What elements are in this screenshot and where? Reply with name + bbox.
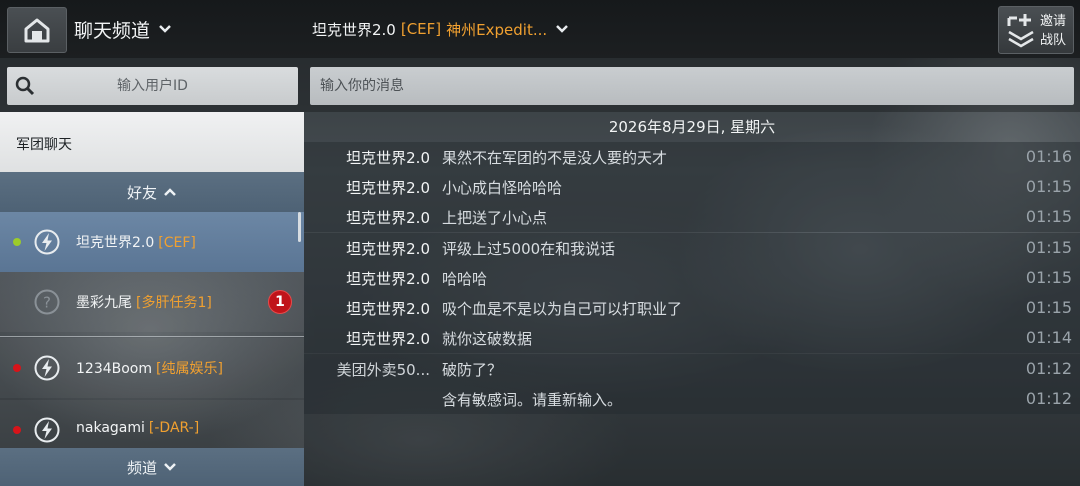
scrollbar-thumb[interactable] — [298, 212, 301, 242]
message-sender[interactable]: 坦克世界2.0 — [346, 177, 430, 198]
message-time: 01:15 — [1025, 177, 1072, 196]
message-list: 2026年8月29日, 星期六 坦克世界2.0 果然不在军团的不是没人要的天才 … — [304, 112, 1080, 486]
conversation-tag: [CEF] — [400, 20, 442, 38]
tank-avatar-icon — [34, 417, 60, 443]
message-sender[interactable]: 坦克世界2.0 — [346, 298, 430, 319]
legion-chat-label: 军团聊天 — [16, 137, 72, 153]
channels-header: 频道 — [126, 458, 157, 477]
message-time: 01:15 — [1025, 298, 1072, 317]
message-text: 上把送了小心点 — [442, 209, 548, 227]
system-message-text: 含有敏感词。请重新输入。 — [442, 391, 623, 409]
invite-label-line2: 战队 — [1040, 33, 1067, 48]
chevron-down-icon — [164, 463, 176, 471]
friend-item[interactable]: 1234Boom [纯属娱乐] — [0, 338, 304, 398]
message-sender[interactable]: 美团外卖50... — [337, 359, 430, 380]
message-time: 01:15 — [1025, 238, 1072, 257]
chevron-down-icon — [159, 25, 171, 33]
message-row: 坦克世界2.0 就你这破数据 01:14 — [304, 323, 1080, 353]
message-text: 评级上过5000在和我说话 — [442, 240, 616, 258]
message-time: 01:16 — [1025, 147, 1072, 166]
unknown-avatar-icon: ? — [34, 289, 60, 315]
message-text: 破防了？ — [442, 361, 503, 379]
message-time: 01:12 — [1025, 389, 1072, 408]
conversation-selector[interactable]: 坦克世界2.0 [CEF] 神州Expedit... — [312, 18, 569, 40]
invite-label-line1: 邀请 — [1040, 14, 1067, 29]
friend-name: nakagami [-DAR-] — [76, 420, 200, 436]
message-row: 坦克世界2.0 吸个血是不是以为自己可以打职业了 01:15 — [304, 293, 1080, 323]
message-sender[interactable]: 坦克世界2.0 — [346, 268, 430, 289]
message-sender[interactable]: 坦克世界2.0 — [346, 147, 430, 168]
friend-name: 1234Boom [纯属娱乐] — [76, 361, 223, 377]
message-text: 就你这破数据 — [442, 330, 533, 348]
message-input[interactable] — [310, 67, 1074, 105]
invite-to-clan-button[interactable]: 邀请 战队 — [998, 6, 1074, 54]
chevron-up-icon — [164, 188, 176, 196]
message-text: 果然不在军团的不是没人要的天才 — [442, 149, 668, 167]
message-time: 01:12 — [1025, 359, 1072, 378]
message-time: 01:15 — [1025, 268, 1072, 287]
top-bar: 聊天频道 坦克世界2.0 [CEF] 神州Expedit... 邀请 战队 — [0, 0, 1080, 58]
message-text: 小心成白怪哈哈哈 — [442, 179, 563, 197]
friends-header: 好友 — [126, 183, 157, 202]
home-button[interactable] — [7, 7, 67, 53]
message-sender[interactable]: 坦克世界2.0 — [346, 207, 430, 228]
conversation-name: 坦克世界2.0 — [312, 20, 396, 39]
friends-section-toggle[interactable]: 好友 — [0, 172, 304, 212]
message-time: 01:14 — [1025, 328, 1072, 347]
message-sender[interactable]: 坦克世界2.0 — [346, 328, 430, 349]
message-time: 01:15 — [1025, 207, 1072, 226]
user-id-search-input[interactable] — [7, 67, 298, 105]
system-message-row: 含有敏感词。请重新输入。 01:12 — [304, 384, 1080, 414]
message-text: 吸个血是不是以为自己可以打职业了 — [442, 300, 683, 318]
message-sender[interactable]: 坦克世界2.0 — [346, 238, 430, 259]
date-separator: 2026年8月29日, 星期六 — [608, 118, 776, 136]
message-row: 坦克世界2.0 小心成白怪哈哈哈 01:15 — [304, 172, 1080, 202]
friend-item[interactable]: 坦克世界2.0 [CEF] — [0, 212, 304, 272]
conversation-group: 神州Expedit... — [446, 20, 548, 39]
home-icon — [24, 18, 50, 43]
input-bar — [0, 58, 1080, 112]
tank-avatar-icon — [34, 229, 60, 255]
channel-selector[interactable]: 聊天频道 — [74, 16, 172, 42]
message-row: 坦克世界2.0 哈哈哈 01:15 — [304, 263, 1080, 293]
invite-icon — [1007, 14, 1034, 48]
chevron-down-icon — [556, 25, 569, 33]
channels-section-toggle[interactable]: 频道 — [0, 448, 304, 486]
friend-name: 坦克世界2.0 [CEF] — [76, 235, 196, 251]
message-row: 坦克世界2.0 上把送了小心点 01:15 — [304, 202, 1080, 232]
friend-item[interactable]: ? 墨彩九尾 [多肝任务1] 1 — [0, 272, 304, 332]
message-row: 坦克世界2.0 评级上过5000在和我说话 01:15 — [304, 233, 1080, 263]
search-icon — [15, 76, 35, 96]
message-row: 坦克世界2.0 果然不在军团的不是没人要的天才 01:16 — [304, 142, 1080, 172]
contacts-panel: 军团聊天 好友 坦克世界2.0 [CEF] ? 墨彩九尾 [多肝任务1] 1 1… — [0, 112, 304, 486]
busy-status-dot — [13, 426, 21, 434]
legion-chat-item[interactable]: 军团聊天 — [0, 112, 304, 172]
friend-name: 墨彩九尾 [多肝任务1] — [76, 295, 212, 311]
tank-avatar-icon — [34, 355, 60, 381]
svg-text:?: ? — [43, 294, 51, 312]
online-status-dot — [13, 238, 21, 246]
message-row: 美团外卖50... 破防了？ 01:12 — [304, 354, 1080, 384]
channel-title: 聊天频道 — [74, 19, 151, 42]
message-text: 哈哈哈 — [442, 270, 488, 288]
section-divider — [0, 336, 304, 337]
unread-count-badge: 1 — [268, 290, 292, 314]
busy-status-dot — [13, 364, 21, 372]
